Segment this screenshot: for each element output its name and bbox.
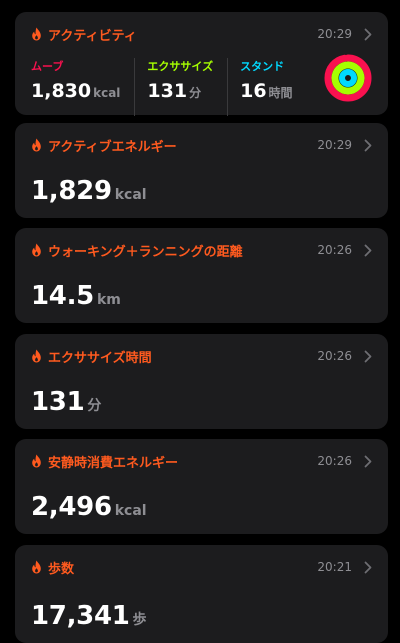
card-title: 安静時消費エネルギー <box>48 455 179 471</box>
exercise-value: 131 <box>147 80 188 102</box>
metric-value: 17,341 <box>31 601 130 631</box>
card-header: エクササイズ時間 20:26 <box>31 346 372 366</box>
move-label: ムーブ <box>31 60 64 73</box>
active-energy-card[interactable]: アクティブエネルギー 20:29 1,829 kcal <box>15 123 388 218</box>
chevron-right-icon <box>364 244 372 256</box>
card-title: ウォーキング＋ランニングの距離 <box>48 244 243 260</box>
exercise-time-card[interactable]: エクササイズ時間 20:26 131 分 <box>15 334 388 429</box>
chevron-right-icon <box>364 139 372 151</box>
metric-value: 14.5 <box>31 281 94 311</box>
metric-value: 131 <box>31 387 85 417</box>
chevron-right-icon <box>364 455 372 467</box>
stand-label: スタンド <box>240 60 285 73</box>
flame-icon <box>32 349 41 363</box>
flame-icon <box>32 560 41 574</box>
chevron-right-icon <box>364 350 372 362</box>
activity-rings-icon <box>324 54 372 102</box>
exercise-metric: エクササイズ 131 分 <box>134 58 227 116</box>
flame-icon <box>32 27 41 41</box>
move-metric: ムーブ 1,830 kcal <box>31 58 134 116</box>
flame-icon <box>32 454 41 468</box>
move-value: 1,830 <box>31 80 92 102</box>
metric-value: 2,496 <box>31 492 112 522</box>
metric-unit: kcal <box>114 187 147 203</box>
metric-value-row: 131 分 <box>31 387 101 417</box>
metric-value-row: 17,341 歩 <box>31 601 147 631</box>
stand-unit: 時間 <box>268 86 293 100</box>
flame-icon <box>32 243 41 257</box>
move-unit: kcal <box>93 86 121 100</box>
flame-icon <box>32 138 41 152</box>
health-summary-screen: アクティビティ 20:29 ムーブ 1,830 kcal エクササイズ 131 … <box>0 0 400 643</box>
card-title: アクティブエネルギー <box>48 139 177 155</box>
card-header: アクティビティ 20:29 <box>31 24 372 44</box>
resting-energy-card[interactable]: 安静時消費エネルギー 20:26 2,496 kcal <box>15 439 388 534</box>
activity-metrics: ムーブ 1,830 kcal エクササイズ 131 分 スタンド 16 時間 <box>31 58 307 116</box>
metric-value-row: 14.5 km <box>31 281 121 311</box>
chevron-right-icon <box>364 561 372 573</box>
card-timestamp: 20:26 <box>317 454 352 468</box>
chevron-right-icon <box>364 28 372 40</box>
metric-unit: 分 <box>87 398 102 414</box>
section-header-partial <box>0 0 400 10</box>
steps-card[interactable]: 歩数 20:21 17,341 歩 <box>15 545 388 643</box>
metric-unit: km <box>96 292 121 308</box>
card-header: アクティブエネルギー 20:29 <box>31 135 372 155</box>
metric-value-row: 1,829 kcal <box>31 176 147 206</box>
exercise-unit: 分 <box>189 86 202 100</box>
card-title: 歩数 <box>48 561 75 577</box>
card-header: 安静時消費エネルギー 20:26 <box>31 451 372 471</box>
walking-running-distance-card[interactable]: ウォーキング＋ランニングの距離 20:26 14.5 km <box>15 228 388 323</box>
stand-value: 16 <box>240 80 267 102</box>
exercise-label: エクササイズ <box>147 60 214 73</box>
metric-value-row: 2,496 kcal <box>31 492 147 522</box>
metric-unit: kcal <box>114 503 147 519</box>
metric-unit: 歩 <box>132 612 147 628</box>
card-timestamp: 20:21 <box>317 560 352 574</box>
card-title: エクササイズ時間 <box>48 350 152 366</box>
card-header: 歩数 20:21 <box>31 557 372 577</box>
card-timestamp: 20:26 <box>317 349 352 363</box>
card-header: ウォーキング＋ランニングの距離 20:26 <box>31 240 372 260</box>
card-title: アクティビティ <box>48 28 137 44</box>
card-timestamp: 20:29 <box>317 27 352 41</box>
card-timestamp: 20:26 <box>317 243 352 257</box>
activity-card[interactable]: アクティビティ 20:29 ムーブ 1,830 kcal エクササイズ 131 … <box>15 12 388 116</box>
card-timestamp: 20:29 <box>317 138 352 152</box>
metric-value: 1,829 <box>31 176 112 206</box>
stand-metric: スタンド 16 時間 <box>227 58 306 116</box>
